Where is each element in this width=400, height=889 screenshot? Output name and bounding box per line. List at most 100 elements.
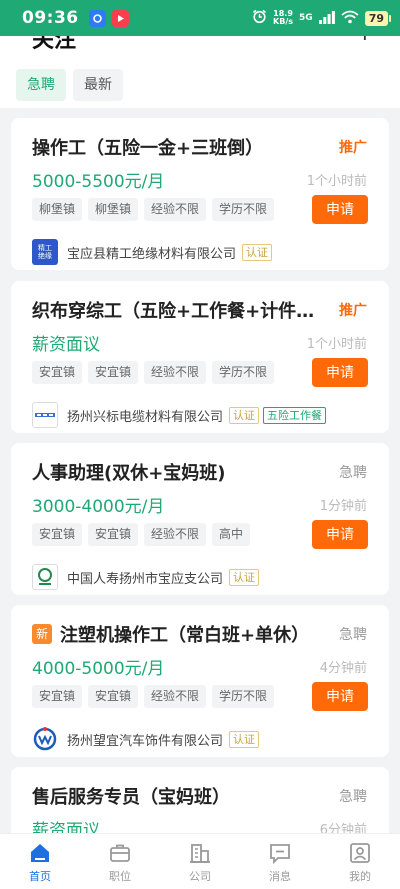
tab-label: 公司 (189, 870, 211, 883)
status-bar: 09:36 18.9 KB/s 5G 79 (0, 0, 400, 36)
company-name: 宝应县精工绝缘材料有限公司 (67, 246, 237, 262)
company-logo (32, 726, 58, 752)
location-tag: 柳堡镇 (88, 198, 139, 221)
tab-label: 首页 (29, 870, 51, 883)
company-logo (32, 402, 58, 428)
company-row[interactable]: 扬州望宜汽车饰件有限公司 认证 (32, 725, 260, 753)
location-tag: 柳堡镇 (32, 198, 83, 221)
job-title: 操作工（五险一金+三班倒） (32, 138, 264, 159)
urgent-tag: 急聘 (339, 627, 367, 643)
video-app-notification-icon (111, 9, 129, 27)
urgent-tag: 急聘 (339, 789, 367, 805)
apply-button[interactable]: 申请 (312, 358, 368, 387)
company-row[interactable]: 扬州兴标电缆材料有限公司 认证 五险工作餐 (32, 401, 327, 429)
logo-text: 绝缘 (38, 252, 52, 260)
experience-tag: 经验不限 (144, 523, 207, 546)
post-time: 1个小时前 (306, 337, 367, 352)
salary: 薪资面议 (32, 821, 100, 833)
education-tag: 学历不限 (212, 685, 275, 708)
job-card[interactable]: 售后服务专员（宝妈班） 急聘 薪资面议 6分钟前 (11, 767, 389, 833)
education-tag: 学历不限 (212, 198, 275, 221)
post-time: 4分钟前 (319, 661, 367, 676)
salary: 5000-5500元/月 (32, 172, 165, 192)
profile-icon (350, 843, 370, 863)
benefit-badge: 五险工作餐 (263, 406, 327, 424)
wifi-icon (341, 9, 359, 28)
experience-tag: 经验不限 (144, 198, 207, 221)
tab-jobs[interactable]: 职位 (80, 834, 160, 889)
promo-tag: 推广 (339, 140, 367, 156)
company-row[interactable]: 精工 绝缘 宝应县精工绝缘材料有限公司 认证 (32, 238, 273, 266)
location-tag: 安宜镇 (32, 361, 83, 384)
post-time: 1个小时前 (306, 174, 367, 189)
job-title: 售后服务专员（宝妈班） (32, 787, 230, 808)
alarm-icon (252, 9, 267, 28)
app-notification-icon (88, 9, 106, 27)
location-tag: 安宜镇 (88, 523, 139, 546)
job-title: 人事助理(双休+宝妈班) (32, 463, 226, 484)
job-card[interactable]: 操作工（五险一金+三班倒） 推广 5000-5500元/月 1个小时前 柳堡镇 … (11, 118, 389, 270)
status-time: 09:36 (22, 8, 79, 28)
message-icon (270, 844, 290, 864)
job-tags: 安宜镇 安宜镇 经验不限 学历不限 (32, 361, 275, 384)
tab-label: 我的 (349, 870, 371, 883)
building-icon (190, 844, 210, 863)
filter-urgent[interactable]: 急聘 (16, 69, 66, 101)
job-card[interactable]: 新 注塑机操作工（常白班+单休） 急聘 4000-5000元/月 4分钟前 安宜… (11, 605, 389, 757)
experience-tag: 经验不限 (144, 361, 207, 384)
job-tags: 柳堡镇 柳堡镇 经验不限 学历不限 (32, 198, 275, 221)
tab-label: 职位 (109, 870, 131, 883)
tab-messages[interactable]: 消息 (240, 834, 320, 889)
education-tag: 学历不限 (212, 361, 275, 384)
urgent-tag: 急聘 (339, 465, 367, 481)
apply-button[interactable]: 申请 (312, 520, 368, 549)
verified-badge: 认证 (242, 243, 273, 261)
status-right: 18.9 KB/s 5G 79 (252, 9, 392, 28)
bottom-tab-bar: 首页 职位 公司 消息 我的 (0, 833, 400, 889)
job-tags: 安宜镇 安宜镇 经验不限 高中 (32, 523, 251, 546)
job-card[interactable]: 织布穿综工（五险+工作餐+计件制+… 推广 薪资面议 1个小时前 安宜镇 安宜镇… (11, 281, 389, 433)
tab-label: 消息 (269, 870, 291, 883)
verified-badge: 认证 (229, 406, 260, 424)
verified-badge: 认证 (229, 730, 260, 748)
company-row[interactable]: 中国人寿扬州市宝应支公司 认证 (32, 563, 260, 591)
location-tag: 安宜镇 (32, 685, 83, 708)
job-card[interactable]: 人事助理(双休+宝妈班) 急聘 3000-4000元/月 1分钟前 安宜镇 安宜… (11, 443, 389, 595)
add-icon[interactable]: + (356, 36, 374, 46)
apply-button[interactable]: 申请 (312, 682, 368, 711)
verified-badge: 认证 (229, 568, 260, 586)
tab-company[interactable]: 公司 (160, 834, 240, 889)
experience-tag: 经验不限 (144, 685, 207, 708)
apply-button[interactable]: 申请 (312, 195, 368, 224)
tab-home[interactable]: 首页 (0, 834, 80, 889)
speed-unit: KB/s (273, 17, 294, 26)
home-icon (31, 844, 49, 862)
location-tag: 安宜镇 (88, 685, 139, 708)
filter-latest[interactable]: 最新 (73, 69, 123, 101)
location-tag: 安宜镇 (32, 523, 83, 546)
post-time: 6分钟前 (319, 823, 367, 833)
company-name: 扬州兴标电缆材料有限公司 (67, 409, 224, 425)
salary: 薪资面议 (32, 335, 100, 355)
location-tag: 安宜镇 (88, 361, 139, 384)
company-name: 扬州望宜汽车饰件有限公司 (67, 733, 224, 749)
company-name: 中国人寿扬州市宝应支公司 (67, 571, 224, 587)
job-title: 织布穿综工（五险+工作餐+计件制+… (32, 301, 317, 322)
network-speed: 18.9 KB/s (273, 10, 293, 26)
company-logo (32, 564, 58, 590)
education-tag: 高中 (212, 523, 251, 546)
promo-tag: 推广 (339, 303, 367, 319)
scrolled-header: 关注 + (0, 36, 400, 50)
filter-bar: 急聘 最新 (0, 50, 400, 108)
company-logo: 精工 绝缘 (32, 239, 58, 265)
logo-text: 精工 (38, 244, 52, 252)
network-type: 5G (299, 13, 313, 23)
briefcase-icon (110, 844, 130, 862)
new-badge: 新 (32, 624, 52, 644)
header-title: 关注 (32, 36, 77, 50)
job-tags: 安宜镇 安宜镇 经验不限 学历不限 (32, 685, 275, 708)
signal-icon (318, 9, 335, 28)
tab-profile[interactable]: 我的 (320, 834, 400, 889)
battery-icon: 79 (364, 10, 392, 26)
post-time: 1分钟前 (319, 499, 367, 514)
